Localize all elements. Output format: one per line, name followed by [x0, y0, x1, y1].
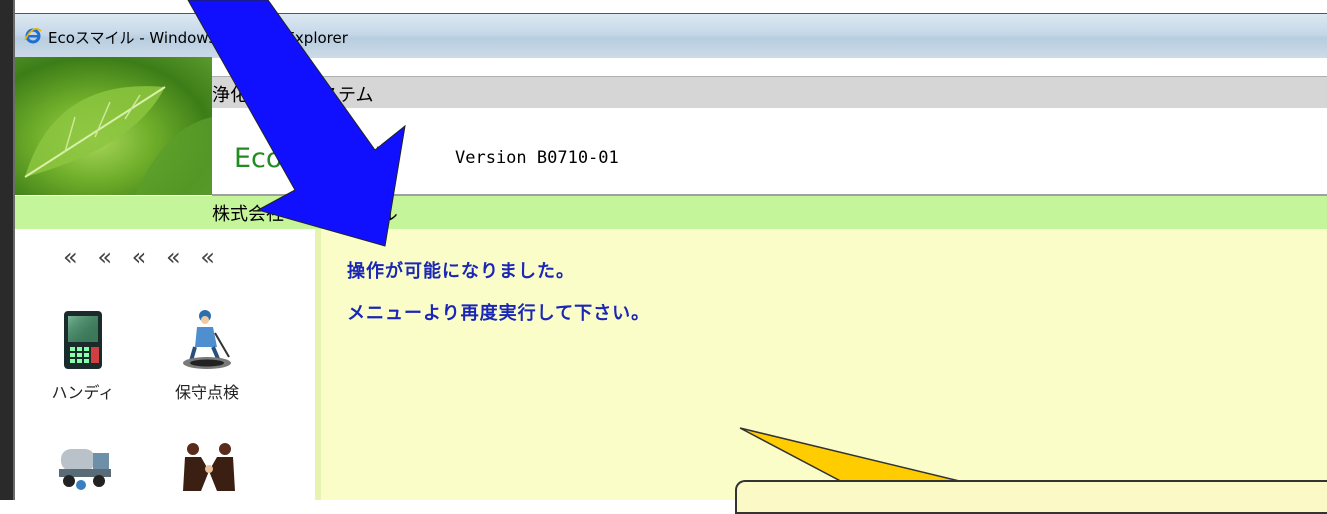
system-name: 浄化槽管理システム: [212, 85, 374, 106]
side-menu: « « « « « ハンディ 保守点検: [15, 229, 315, 500]
company-name: 株式会社 シーエーエル: [212, 204, 398, 225]
status-message-2: メニューより再度実行して下さい。: [347, 303, 651, 324]
menu-item-maintenance[interactable]: 保守点検: [167, 307, 247, 403]
collapse-menu-chevrons[interactable]: « « « « «: [63, 243, 221, 271]
window-title-bar[interactable]: Ecoスマイル - Windows Internet Explorer: [15, 13, 1327, 58]
menu-item-contract[interactable]: [169, 441, 249, 495]
app-header: Ecoスマイル Version B0710-01: [212, 108, 1327, 196]
window-title: Ecoスマイル - Windows Internet Explorer: [48, 29, 348, 47]
window-frame-edge: [0, 0, 13, 500]
status-message-1: 操作が可能になりました。: [347, 261, 575, 282]
menu-item-label: 保守点検: [174, 383, 239, 402]
vacuum-truck-icon: [59, 449, 111, 490]
leaf-banner-image: [15, 57, 212, 195]
handheld-terminal-icon: [64, 311, 102, 369]
system-name-bar: 浄化槽管理システム: [212, 76, 1327, 109]
company-bar: 株式会社 シーエーエル: [15, 196, 1327, 229]
menu-item-label: ハンディ: [51, 383, 115, 402]
handshake-icon: [183, 443, 235, 491]
app-version: Version B0710-01: [455, 148, 619, 168]
yellow-callout-box: [735, 480, 1327, 514]
maintenance-worker-icon: [183, 310, 231, 369]
main-content: 操作が可能になりました。 メニューより再度実行して下さい。: [321, 229, 1327, 500]
menu-item-handy[interactable]: ハンディ: [43, 309, 123, 403]
menu-item-truck[interactable]: [45, 441, 125, 495]
app-name: Ecoスマイル: [234, 143, 390, 174]
internet-explorer-icon: [24, 28, 42, 44]
